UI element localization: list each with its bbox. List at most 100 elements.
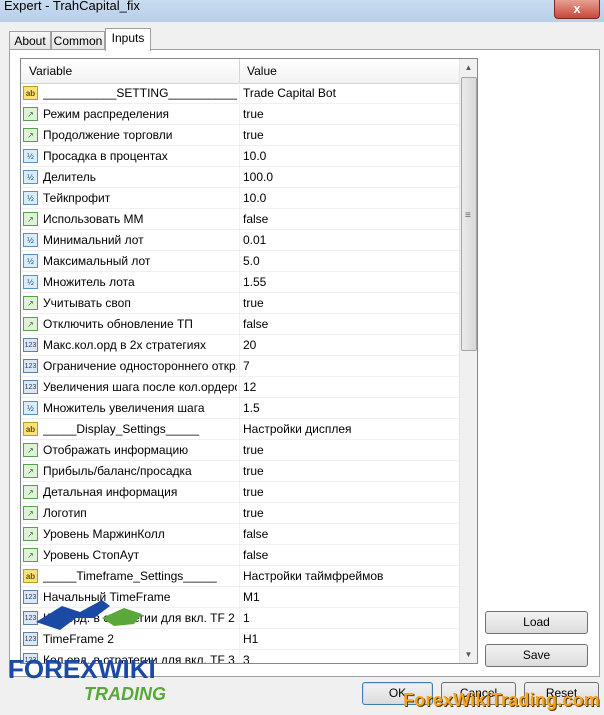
variable-value[interactable]: 12: [243, 380, 256, 394]
variable-name: Отключить обновление ТП: [43, 317, 193, 331]
table-row[interactable]: ½ Делитель 100.0: [21, 167, 459, 188]
variable-value[interactable]: 1.5: [243, 401, 260, 415]
variable-name: Учитывать своп: [43, 296, 131, 310]
tab-inputs[interactable]: Inputs: [105, 28, 151, 51]
load-button[interactable]: Load: [485, 611, 588, 634]
variable-value[interactable]: 1: [243, 611, 250, 625]
variable-value[interactable]: 10.0: [243, 191, 266, 205]
table-row[interactable]: ab _____Timeframe_Settings_____ Настройки …: [21, 566, 459, 587]
grid-header: Variable Value: [21, 59, 459, 84]
table-row[interactable]: ½ Просадка в процентах 10.0: [21, 146, 459, 167]
table-row[interactable]: ↗ Детальная информация true: [21, 482, 459, 503]
variable-value[interactable]: 7: [243, 359, 250, 373]
table-row[interactable]: ↗ Прибыль/баланс/просадка true: [21, 461, 459, 482]
scroll-up-icon[interactable]: ▲: [460, 59, 477, 76]
variable-value[interactable]: Trade Capital Bot: [243, 86, 336, 100]
double-type-icon: ½: [23, 191, 38, 205]
row-divider: [239, 440, 240, 460]
double-type-icon: ½: [23, 233, 38, 247]
variable-value[interactable]: true: [243, 485, 264, 499]
variable-value[interactable]: 1.55: [243, 275, 266, 289]
row-divider: [239, 503, 240, 523]
column-header-value[interactable]: Value: [247, 64, 277, 78]
bool-type-icon: ↗: [23, 527, 38, 541]
double-type-icon: ½: [23, 149, 38, 163]
variable-value[interactable]: H1: [243, 632, 258, 646]
row-divider: [239, 629, 240, 649]
double-type-icon: ½: [23, 254, 38, 268]
variable-value[interactable]: false: [243, 527, 268, 541]
logo-text-wiki: WIKI: [98, 654, 156, 684]
variable-value[interactable]: false: [243, 317, 268, 331]
table-row[interactable]: ↗ Уровень СтопАут false: [21, 545, 459, 566]
table-row[interactable]: ↗ Продолжение торговли true: [21, 125, 459, 146]
variable-value[interactable]: 100.0: [243, 170, 273, 184]
variable-value[interactable]: false: [243, 548, 268, 562]
variable-name: Макс.кол.орд в 2х стратегиях: [43, 338, 206, 352]
row-divider: [239, 461, 240, 481]
grid-rows: ab ___________SETTING___________ Trade Cap…: [21, 83, 459, 663]
save-button[interactable]: Save: [485, 644, 588, 667]
table-row[interactable]: ↗ Отключить обновление ТП false: [21, 314, 459, 335]
table-row[interactable]: ab _____Display_Settings_____ Настройки ди…: [21, 419, 459, 440]
variable-name: Логотип: [43, 506, 87, 520]
row-divider: [239, 83, 240, 103]
variable-value[interactable]: M1: [243, 590, 260, 604]
table-row[interactable]: ↗ Логотип true: [21, 503, 459, 524]
table-row[interactable]: ½ Минимальний лот 0.01: [21, 230, 459, 251]
variable-value[interactable]: 20: [243, 338, 256, 352]
forex-wiki-logo: FOREX WIKI TRADING: [8, 600, 166, 704]
variable-name: Уровень СтопАут: [43, 548, 140, 562]
integer-type-icon: 123: [23, 359, 38, 373]
row-divider: [239, 188, 240, 208]
table-row[interactable]: ↗ Отображать информацию true: [21, 440, 459, 461]
variable-value[interactable]: 10.0: [243, 149, 266, 163]
double-type-icon: ½: [23, 275, 38, 289]
variable-value[interactable]: 3: [243, 653, 250, 663]
table-row[interactable]: ½ Множитель увеличения шага 1.5: [21, 398, 459, 419]
scroll-down-icon[interactable]: ▼: [460, 646, 477, 663]
row-divider: [239, 251, 240, 271]
row-divider: [239, 356, 240, 376]
table-row[interactable]: 123 Ограничение одностороннего откр... 7: [21, 356, 459, 377]
table-row[interactable]: ↗ Учитывать своп true: [21, 293, 459, 314]
variable-value[interactable]: true: [243, 506, 264, 520]
column-header-variable[interactable]: Variable: [29, 64, 72, 78]
tab-about[interactable]: About: [9, 31, 51, 50]
variable-value[interactable]: 0.01: [243, 233, 266, 247]
row-divider: [239, 209, 240, 229]
bool-type-icon: ↗: [23, 107, 38, 121]
table-row[interactable]: ↗ Использовать ММ false: [21, 209, 459, 230]
table-row[interactable]: ab ___________SETTING___________ Trade Cap…: [21, 83, 459, 104]
bool-type-icon: ↗: [23, 485, 38, 499]
title-bar: Expert - TrahCapital_fix x: [0, 0, 604, 23]
string-type-icon: ab: [23, 422, 38, 436]
variable-value[interactable]: true: [243, 128, 264, 142]
tab-common[interactable]: Common: [51, 31, 105, 50]
close-button[interactable]: x: [554, 0, 600, 19]
table-row[interactable]: ↗ Режим распределения true: [21, 104, 459, 125]
variable-value[interactable]: Настройки дисплея: [243, 422, 352, 436]
variable-value[interactable]: true: [243, 296, 264, 310]
row-divider: [239, 335, 240, 355]
table-row[interactable]: ½ Тейкпрофит 10.0: [21, 188, 459, 209]
variable-name: Делитель: [43, 170, 96, 184]
vertical-scrollbar[interactable]: ▲ ≡ ▼: [459, 59, 477, 663]
bull-icon: [102, 608, 142, 626]
table-row[interactable]: ½ Максимальный лот 5.0: [21, 251, 459, 272]
variable-value[interactable]: Настройки таймфреймов: [243, 569, 383, 583]
table-row[interactable]: ½ Множитель лота 1.55: [21, 272, 459, 293]
variable-value[interactable]: true: [243, 464, 264, 478]
column-divider[interactable]: [239, 59, 240, 83]
scroll-thumb[interactable]: ≡: [461, 77, 477, 351]
variable-value[interactable]: true: [243, 107, 264, 121]
table-row[interactable]: 123 Увеличения шага после кол.ордеров 12: [21, 377, 459, 398]
table-row[interactable]: 123 Макс.кол.орд в 2х стратегиях 20: [21, 335, 459, 356]
table-row[interactable]: ↗ Уровень МаржинКолл false: [21, 524, 459, 545]
variable-value[interactable]: 5.0: [243, 254, 260, 268]
row-divider: [239, 377, 240, 397]
variable-value[interactable]: true: [243, 443, 264, 457]
row-divider: [239, 230, 240, 250]
inputs-grid[interactable]: Variable Value ab ___________SETTING_____…: [20, 58, 478, 664]
variable-value[interactable]: false: [243, 212, 268, 226]
